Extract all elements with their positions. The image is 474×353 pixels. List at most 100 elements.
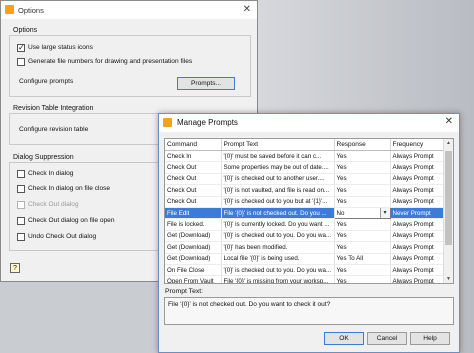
cell-prompt-text: '{0}' must be saved before it can c...: [221, 150, 335, 163]
undo-checkout-checkbox[interactable]: [17, 233, 25, 241]
prompt-text-label: Prompt Text:: [165, 288, 204, 295]
checkout-open-label: Check Out dialog on file open: [28, 217, 115, 224]
cell-frequency: Always Prompt: [390, 264, 447, 277]
column-header-frequency[interactable]: Frequency: [390, 139, 447, 151]
app-icon: [5, 5, 14, 14]
cell-prompt-text: '{0}' is currently locked. Do you want .…: [221, 218, 335, 231]
cell-frequency: Always Prompt: [390, 184, 447, 197]
response-select-value[interactable]: No: [337, 210, 345, 217]
table-row[interactable]: Check Out '{0}' is checked out to you but…: [165, 196, 447, 208]
checkout-dialog-checkbox[interactable]: [17, 201, 25, 209]
cell-frequency: Never Prompt: [390, 207, 447, 220]
checkin-close-checkbox[interactable]: [17, 185, 25, 193]
large-icons-label: Use large status icons: [28, 44, 93, 51]
dialog-suppression-label: Dialog Suppression: [13, 154, 74, 161]
cell-frequency: Always Prompt: [390, 253, 447, 265]
table-row[interactable]: Get (Download) Local file '{0}' is being …: [165, 253, 447, 265]
cell-command: Check Out: [165, 161, 222, 174]
cell-response[interactable]: Yes: [334, 275, 391, 283]
file-numbers-label: Generate file numbers for drawing and pr…: [28, 58, 193, 65]
cell-command: Get (Download): [165, 253, 222, 265]
cell-response[interactable]: Yes: [334, 196, 391, 208]
manage-prompts-dialog: Manage Prompts ✕ Command Prompt Text Res…: [158, 113, 460, 353]
cell-prompt-text: '{0}' is checked out to you. Do you wa..…: [221, 230, 335, 243]
column-header-prompt-text[interactable]: Prompt Text: [221, 139, 335, 151]
table-row[interactable]: Check In '{0}' must be saved before it ca…: [165, 150, 447, 163]
cell-response[interactable]: Yes To All: [334, 253, 391, 265]
prompt-text-field[interactable]: File '{0}' is not checked out. Do you wa…: [164, 297, 454, 325]
cell-response[interactable]: No ▾: [333, 206, 391, 220]
options-title: Options: [18, 6, 44, 15]
help-icon[interactable]: ?: [10, 263, 20, 273]
cell-response[interactable]: Yes: [334, 150, 391, 163]
cancel-button[interactable]: Cancel: [367, 332, 407, 345]
cell-frequency: Always Prompt: [390, 150, 447, 163]
cell-command: Get (Download): [165, 230, 222, 243]
table-row[interactable]: Get (Download) '{0}' is checked out to yo…: [165, 230, 447, 243]
cell-response[interactable]: Yes: [334, 173, 391, 186]
cell-response[interactable]: Yes: [334, 241, 391, 254]
cell-response[interactable]: Yes: [334, 230, 391, 243]
checkout-open-checkbox[interactable]: [17, 217, 25, 225]
cell-response[interactable]: Yes: [334, 264, 391, 277]
table-row[interactable]: Check Out '{0}' is not vaulted, and file …: [165, 184, 447, 197]
table-row[interactable]: Get (Download) '{0}' has been modified. Ye…: [165, 241, 447, 254]
cell-prompt-text: Local file '{0}' is being used.: [221, 253, 335, 265]
cell-frequency: Always Prompt: [390, 196, 447, 208]
revision-group-label: Revision Table Integration: [13, 105, 94, 112]
cell-prompt-text: '{0}' is not vaulted, and file is read o…: [221, 184, 335, 197]
app-icon: [163, 118, 172, 127]
cell-frequency: Always Prompt: [390, 161, 447, 174]
cell-command: Check In: [165, 150, 222, 163]
checkin-close-label: Check In dialog on file close: [28, 185, 111, 192]
vertical-scrollbar[interactable]: ▲ ▼: [443, 139, 453, 283]
cell-frequency: Always Prompt: [390, 241, 447, 254]
cell-command: Get (Download): [165, 241, 222, 254]
column-header-response[interactable]: Response: [334, 139, 391, 151]
cell-command: Check Out: [165, 196, 222, 208]
cell-prompt-text: '{0}' is checked out to you. Do you wa..…: [221, 264, 335, 277]
table-row[interactable]: Check Out Some properties may be out of d…: [165, 161, 447, 174]
cell-command: File Edit: [165, 207, 222, 220]
chevron-down-icon[interactable]: ▾: [379, 208, 389, 218]
file-numbers-checkbox[interactable]: [17, 58, 25, 66]
table-row[interactable]: File Edit File '{0}' is not checked out. …: [165, 206, 447, 220]
undo-checkout-label: Undo Check Out dialog: [28, 233, 97, 240]
table-header-row: Command Prompt Text Response Frequency: [165, 139, 447, 151]
cell-response[interactable]: Yes: [334, 218, 391, 231]
cell-response[interactable]: Yes: [334, 184, 391, 197]
cell-prompt-text: '{0}' has been modified.: [221, 241, 335, 254]
scroll-thumb[interactable]: [445, 151, 452, 245]
table-row[interactable]: On File Close '{0}' is checked out to you…: [165, 264, 447, 277]
table-row[interactable]: Check Out '{0}' is checked out to another…: [165, 173, 447, 186]
table-row[interactable]: File is locked. '{0}' is currently locked…: [165, 218, 447, 231]
column-header-command[interactable]: Command: [165, 139, 222, 151]
prompts-grid: Command Prompt Text Response Frequency C…: [165, 139, 447, 283]
checkin-dialog-checkbox[interactable]: [17, 170, 25, 178]
configure-revision-label: Configure revision table: [19, 126, 89, 133]
cell-frequency: Always Prompt: [390, 218, 447, 231]
prompts-table[interactable]: Command Prompt Text Response Frequency C…: [164, 138, 454, 284]
cell-frequency: Always Prompt: [390, 173, 447, 186]
cell-prompt-text: File '{0}' is missing from your worksp..…: [221, 275, 335, 283]
prompts-button[interactable]: Prompts...: [177, 77, 235, 90]
large-icons-checkbox[interactable]: [17, 43, 25, 52]
scroll-down-icon[interactable]: ▼: [444, 276, 453, 282]
options-titlebar: Options ✕: [1, 1, 257, 19]
manage-prompts-title: Manage Prompts: [177, 118, 238, 127]
cell-response[interactable]: Yes: [334, 161, 391, 174]
table-row[interactable]: Open From Vault File '{0}' is missing fro…: [165, 275, 447, 283]
cell-command: Open From Vault: [165, 275, 222, 283]
configure-prompts-label: Configure prompts: [19, 78, 74, 85]
cell-frequency: Always Prompt: [390, 230, 447, 243]
cell-command: File is locked.: [165, 218, 222, 231]
help-button[interactable]: Help: [410, 332, 450, 345]
ok-button[interactable]: OK: [324, 332, 364, 345]
scroll-up-icon[interactable]: ▲: [444, 140, 453, 146]
cell-prompt-text: Some properties may be out of date....: [221, 161, 335, 174]
close-icon[interactable]: ✕: [243, 4, 251, 15]
cell-prompt-text: File '{0}' is not checked out. Do you ..…: [221, 207, 335, 220]
cell-command: Check Out: [165, 173, 222, 186]
close-icon[interactable]: ✕: [445, 116, 453, 127]
cell-prompt-text: '{0}' is checked out to you but at '{1}'…: [221, 196, 335, 208]
